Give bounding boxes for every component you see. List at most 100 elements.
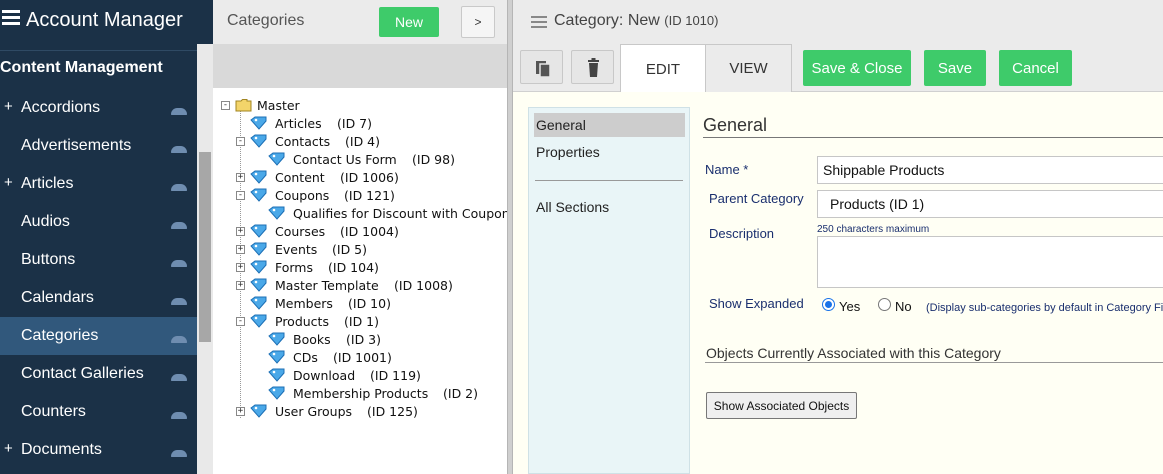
- section-properties[interactable]: Properties: [534, 140, 685, 164]
- show-associated-objects-button[interactable]: Show Associated Objects: [706, 392, 857, 419]
- tree-node-id: (ID 104): [328, 260, 379, 275]
- tree-node-label: Content: [275, 170, 325, 185]
- copy-icon: [536, 61, 551, 78]
- section-general[interactable]: General: [534, 113, 685, 137]
- tree-node-label: Contact Us Form: [293, 152, 397, 167]
- tree-expand-toggle[interactable]: +: [236, 407, 245, 416]
- chevron-up-icon[interactable]: [171, 336, 187, 343]
- sidebar-item-label: Categories: [21, 327, 99, 344]
- tree-node-label: Books: [293, 332, 331, 347]
- sidebar-item-label: Contact Galleries: [21, 365, 144, 382]
- show-expanded-no-label[interactable]: No: [895, 299, 912, 314]
- new-category-button[interactable]: New: [379, 7, 439, 37]
- tree-node-id: (ID 10): [348, 296, 391, 311]
- sidebar-item-audios[interactable]: Audios: [0, 203, 197, 241]
- sidebar-item-articles[interactable]: + Articles: [0, 165, 197, 203]
- tree-node[interactable]: + Master Template (ID 1008): [213, 277, 507, 295]
- editor-title: Category: New (ID 1010): [554, 12, 718, 30]
- sidebar-item-advertisements[interactable]: Advertisements: [0, 127, 197, 165]
- tree-node[interactable]: + Events (ID 5): [213, 241, 507, 259]
- tree-node[interactable]: - Coupons (ID 121): [213, 187, 507, 205]
- category-tag-icon: [268, 386, 285, 400]
- tree-expand-toggle[interactable]: +: [236, 281, 245, 290]
- tree-collapse-toggle[interactable]: -: [236, 317, 245, 326]
- copy-button[interactable]: [520, 50, 563, 84]
- show-expanded-no-radio[interactable]: [878, 298, 891, 311]
- app-title: Account Manager: [26, 9, 183, 31]
- tree-node[interactable]: Articles (ID 7): [213, 115, 507, 133]
- tree-node[interactable]: + Content (ID 1006): [213, 169, 507, 187]
- hamburger-icon[interactable]: [2, 10, 20, 26]
- sidebar-item-accordions[interactable]: + Accordions: [0, 89, 197, 127]
- save-close-button[interactable]: Save & Close: [803, 50, 911, 86]
- sidebar-scroll-thumb[interactable]: [199, 152, 211, 342]
- description-label: Description: [709, 226, 775, 241]
- tree-collapse-toggle[interactable]: -: [236, 137, 245, 146]
- show-expanded-yes-label[interactable]: Yes: [839, 299, 860, 314]
- tree-node[interactable]: Books (ID 3): [213, 331, 507, 349]
- chevron-up-icon[interactable]: [171, 108, 187, 115]
- sidebar-scrollbar[interactable]: [197, 44, 213, 474]
- chevron-up-icon[interactable]: [171, 450, 187, 457]
- hamburger-icon[interactable]: [531, 16, 547, 31]
- tree-collapse-toggle[interactable]: -: [236, 191, 245, 200]
- sidebar-item-categories[interactable]: Categories: [0, 317, 197, 355]
- sidebar-item-label: Counters: [21, 403, 86, 420]
- chevron-up-icon[interactable]: [171, 374, 187, 381]
- tree-expand-toggle[interactable]: +: [236, 245, 245, 254]
- expand-panel-button[interactable]: >: [461, 6, 495, 38]
- expand-plus-icon[interactable]: +: [4, 98, 14, 115]
- parent-category-label: Parent Category: [709, 191, 804, 206]
- sidebar-item-contact-galleries[interactable]: Contact Galleries: [0, 355, 197, 393]
- chevron-up-icon[interactable]: [171, 298, 187, 305]
- category-editor: Category: New (ID 1010) EDIT VIEW Save &…: [513, 0, 1163, 474]
- cancel-button[interactable]: Cancel: [999, 50, 1072, 86]
- category-tag-icon: [250, 278, 267, 292]
- tree-node-id: (ID 3): [346, 332, 381, 347]
- description-field[interactable]: [817, 236, 1163, 288]
- tree-node[interactable]: Qualifies for Discount with Coupon: [213, 205, 510, 223]
- name-field[interactable]: Shippable Products: [817, 156, 1163, 184]
- category-tag-icon: [250, 170, 267, 184]
- chevron-up-icon[interactable]: [171, 184, 187, 191]
- tree-node[interactable]: Members (ID 10): [213, 295, 507, 313]
- sidebar-item-calendars[interactable]: Calendars: [0, 279, 197, 317]
- expand-plus-icon[interactable]: +: [4, 174, 14, 191]
- tab-view[interactable]: VIEW: [706, 44, 792, 92]
- tree-node[interactable]: + Courses (ID 1004): [213, 223, 507, 241]
- tree-expand-toggle[interactable]: +: [236, 173, 245, 182]
- tree-root-label: Master: [257, 98, 300, 113]
- delete-button[interactable]: [571, 50, 614, 84]
- tree-node[interactable]: Download (ID 119): [213, 367, 507, 385]
- sidebar-item-label: Articles: [21, 175, 74, 192]
- tree-node[interactable]: Membership Products (ID 2): [213, 385, 507, 403]
- tree-collapse-toggle[interactable]: -: [221, 101, 230, 110]
- show-expanded-yes-radio[interactable]: [822, 298, 835, 311]
- sidebar-header: Account Manager: [0, 0, 213, 44]
- tree-expand-toggle[interactable]: +: [236, 263, 245, 272]
- chevron-up-icon[interactable]: [171, 260, 187, 267]
- tab-edit[interactable]: EDIT: [620, 44, 706, 93]
- tree-node[interactable]: Contact Us Form (ID 98): [213, 151, 507, 169]
- expand-plus-icon[interactable]: +: [4, 440, 14, 457]
- tree-root[interactable]: - Master: [221, 97, 341, 115]
- sidebar-item-documents[interactable]: + Documents: [0, 431, 197, 469]
- sidebar-item-buttons[interactable]: Buttons: [0, 241, 197, 279]
- chevron-up-icon[interactable]: [171, 146, 187, 153]
- section-all[interactable]: All Sections: [534, 195, 685, 219]
- category-tag-icon: [250, 242, 267, 256]
- tree-node-label: CDs: [293, 350, 318, 365]
- tree-node[interactable]: - Contacts (ID 4): [213, 133, 507, 151]
- parent-category-select[interactable]: Products (ID 1): [817, 190, 1163, 218]
- tree-expand-toggle[interactable]: +: [236, 227, 245, 236]
- tree-node[interactable]: + User Groups (ID 125): [213, 403, 507, 421]
- sidebar-item-counters[interactable]: Counters: [0, 393, 197, 431]
- chevron-up-icon[interactable]: [171, 412, 187, 419]
- tree-node[interactable]: - Products (ID 1): [213, 313, 507, 331]
- tree-node[interactable]: CDs (ID 1001): [213, 349, 507, 367]
- chevron-up-icon[interactable]: [171, 222, 187, 229]
- tree-node[interactable]: + Forms (ID 104): [213, 259, 507, 277]
- save-button[interactable]: Save: [924, 50, 986, 86]
- tree-node-label: Qualifies for Discount with Coupon: [293, 206, 510, 221]
- category-tag-icon: [268, 206, 285, 220]
